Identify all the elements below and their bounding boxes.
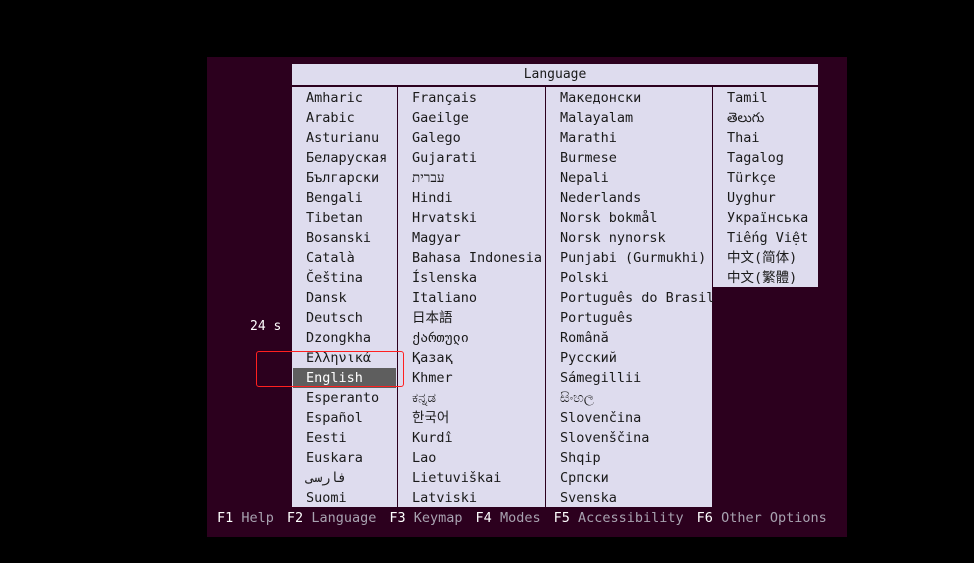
language-option[interactable]: Nederlands xyxy=(546,188,712,208)
f1-help-key[interactable]: F1 Help xyxy=(217,510,287,526)
language-option[interactable]: Burmese xyxy=(546,148,712,168)
language-option[interactable]: Esperanto xyxy=(292,388,397,408)
language-option[interactable]: Malayalam xyxy=(546,108,712,128)
language-option[interactable]: Shqip xyxy=(546,448,712,468)
language-option[interactable]: Қазақ xyxy=(398,348,545,368)
language-option[interactable]: Bahasa Indonesia xyxy=(398,248,545,268)
language-option[interactable]: Svenska xyxy=(546,488,712,508)
language-option[interactable]: Hindi xyxy=(398,188,545,208)
language-option[interactable]: 한국어 xyxy=(398,408,545,428)
language-option[interactable]: Български xyxy=(292,168,397,188)
language-option[interactable]: Русский xyxy=(546,348,712,368)
language-option[interactable]: 中文(繁體) xyxy=(713,268,818,288)
language-option-selected[interactable]: English xyxy=(293,368,396,388)
language-option[interactable]: Gaeilge xyxy=(398,108,545,128)
language-option[interactable]: Polski xyxy=(546,268,712,288)
language-option[interactable]: Latviski xyxy=(398,488,545,508)
boot-countdown-timer: 24 s xyxy=(250,319,282,334)
dialog-title-text: Language xyxy=(523,67,587,82)
language-option[interactable]: Беларуская xyxy=(292,148,397,168)
language-column-3: Македонски Malayalam Marathi Burmese Nepali N… xyxy=(546,87,714,508)
language-option[interactable]: Italiano xyxy=(398,288,545,308)
language-option[interactable]: Tamil xyxy=(713,88,818,108)
f5-accessibility-key[interactable]: F5 Accessibility xyxy=(554,510,697,526)
language-option[interactable]: Српски xyxy=(546,468,712,488)
language-option[interactable]: Català xyxy=(292,248,397,268)
f6-other-options-key[interactable]: F6 Other Options xyxy=(697,510,840,526)
language-option[interactable]: Tagalog xyxy=(713,148,818,168)
language-option[interactable]: Tibetan xyxy=(292,208,397,228)
language-option[interactable]: Tiếng Việt xyxy=(713,228,818,248)
language-column-2: Français Gaeilge Galego Gujarati עברית Hindi H… xyxy=(398,87,545,507)
language-option[interactable]: עברית xyxy=(398,168,545,188)
language-option[interactable]: Magyar xyxy=(398,228,545,248)
language-option[interactable]: فارسی xyxy=(292,468,397,488)
language-option[interactable]: Português do Brasil xyxy=(546,288,714,308)
language-option[interactable]: తెలుగు xyxy=(713,108,818,128)
language-option[interactable]: Norsk bokmål xyxy=(546,208,712,228)
language-option[interactable]: 日本語 xyxy=(398,308,545,328)
language-option[interactable]: Español xyxy=(292,408,397,428)
language-dialog-title: Language xyxy=(292,64,818,86)
language-option[interactable]: Euskara xyxy=(292,448,397,468)
language-option[interactable]: Українська xyxy=(713,208,818,228)
language-option[interactable]: Lao xyxy=(398,448,545,468)
language-option[interactable]: Suomi xyxy=(292,488,397,508)
language-option[interactable]: Français xyxy=(398,88,545,108)
language-option[interactable]: Deutsch xyxy=(292,308,397,328)
language-option[interactable]: Dansk xyxy=(292,288,397,308)
language-option[interactable]: Amharic xyxy=(292,88,397,108)
f2-language-key[interactable]: F2 Language xyxy=(287,510,389,526)
language-option[interactable]: Македонски xyxy=(546,88,712,108)
language-option[interactable]: Íslenska xyxy=(398,268,545,288)
language-option[interactable]: 中文(简体) xyxy=(713,248,818,268)
language-option[interactable]: Ελληνικά xyxy=(292,348,397,368)
language-option[interactable]: Eesti xyxy=(292,428,397,448)
language-option[interactable]: Norsk nynorsk xyxy=(546,228,712,248)
f3-keymap-key[interactable]: F3 Keymap xyxy=(389,510,475,526)
language-option[interactable]: Hrvatski xyxy=(398,208,545,228)
language-option[interactable]: Čeština xyxy=(292,268,397,288)
language-option[interactable]: Lietuviškai xyxy=(398,468,545,488)
language-option[interactable]: Marathi xyxy=(546,128,712,148)
language-option[interactable]: Bosanski xyxy=(292,228,397,248)
language-option[interactable]: Bengali xyxy=(292,188,397,208)
language-option[interactable]: Slovenčina xyxy=(546,408,712,428)
language-option[interactable]: Uyghur xyxy=(713,188,818,208)
language-option[interactable]: Português xyxy=(546,308,712,328)
f4-modes-key[interactable]: F4 Modes xyxy=(476,510,554,526)
language-option[interactable]: Punjabi (Gurmukhi) xyxy=(546,248,712,268)
language-option[interactable]: Khmer xyxy=(398,368,545,388)
language-option[interactable]: Slovenščina xyxy=(546,428,712,448)
language-option[interactable]: Thai xyxy=(713,128,818,148)
language-option[interactable]: Română xyxy=(546,328,712,348)
language-option[interactable]: ქართული xyxy=(398,328,545,348)
language-option[interactable]: Türkçe xyxy=(713,168,818,188)
language-option[interactable]: Arabic xyxy=(292,108,397,128)
language-column-4: Tamil తెలుగు Thai Tagalog Türkçe Uyghur Україн… xyxy=(713,87,818,287)
language-option[interactable]: Asturianu xyxy=(292,128,397,148)
language-option[interactable]: Gujarati xyxy=(398,148,545,168)
function-key-bar: F1 Help F2 Language F3 Keymap F4 Modes F5 Ac… xyxy=(217,508,840,528)
language-option[interactable]: Nepali xyxy=(546,168,712,188)
language-option[interactable]: Kurdî xyxy=(398,428,545,448)
language-option[interactable]: Dzongkha xyxy=(292,328,397,348)
language-option[interactable]: Sámegillii xyxy=(546,368,712,388)
language-option[interactable]: ಕನ್ನಡ xyxy=(398,388,545,408)
language-option[interactable]: Galego xyxy=(398,128,545,148)
language-column-1: Amharic Arabic Asturianu Беларуская Българск… xyxy=(292,87,397,507)
language-option[interactable]: සිංහල xyxy=(546,388,712,408)
